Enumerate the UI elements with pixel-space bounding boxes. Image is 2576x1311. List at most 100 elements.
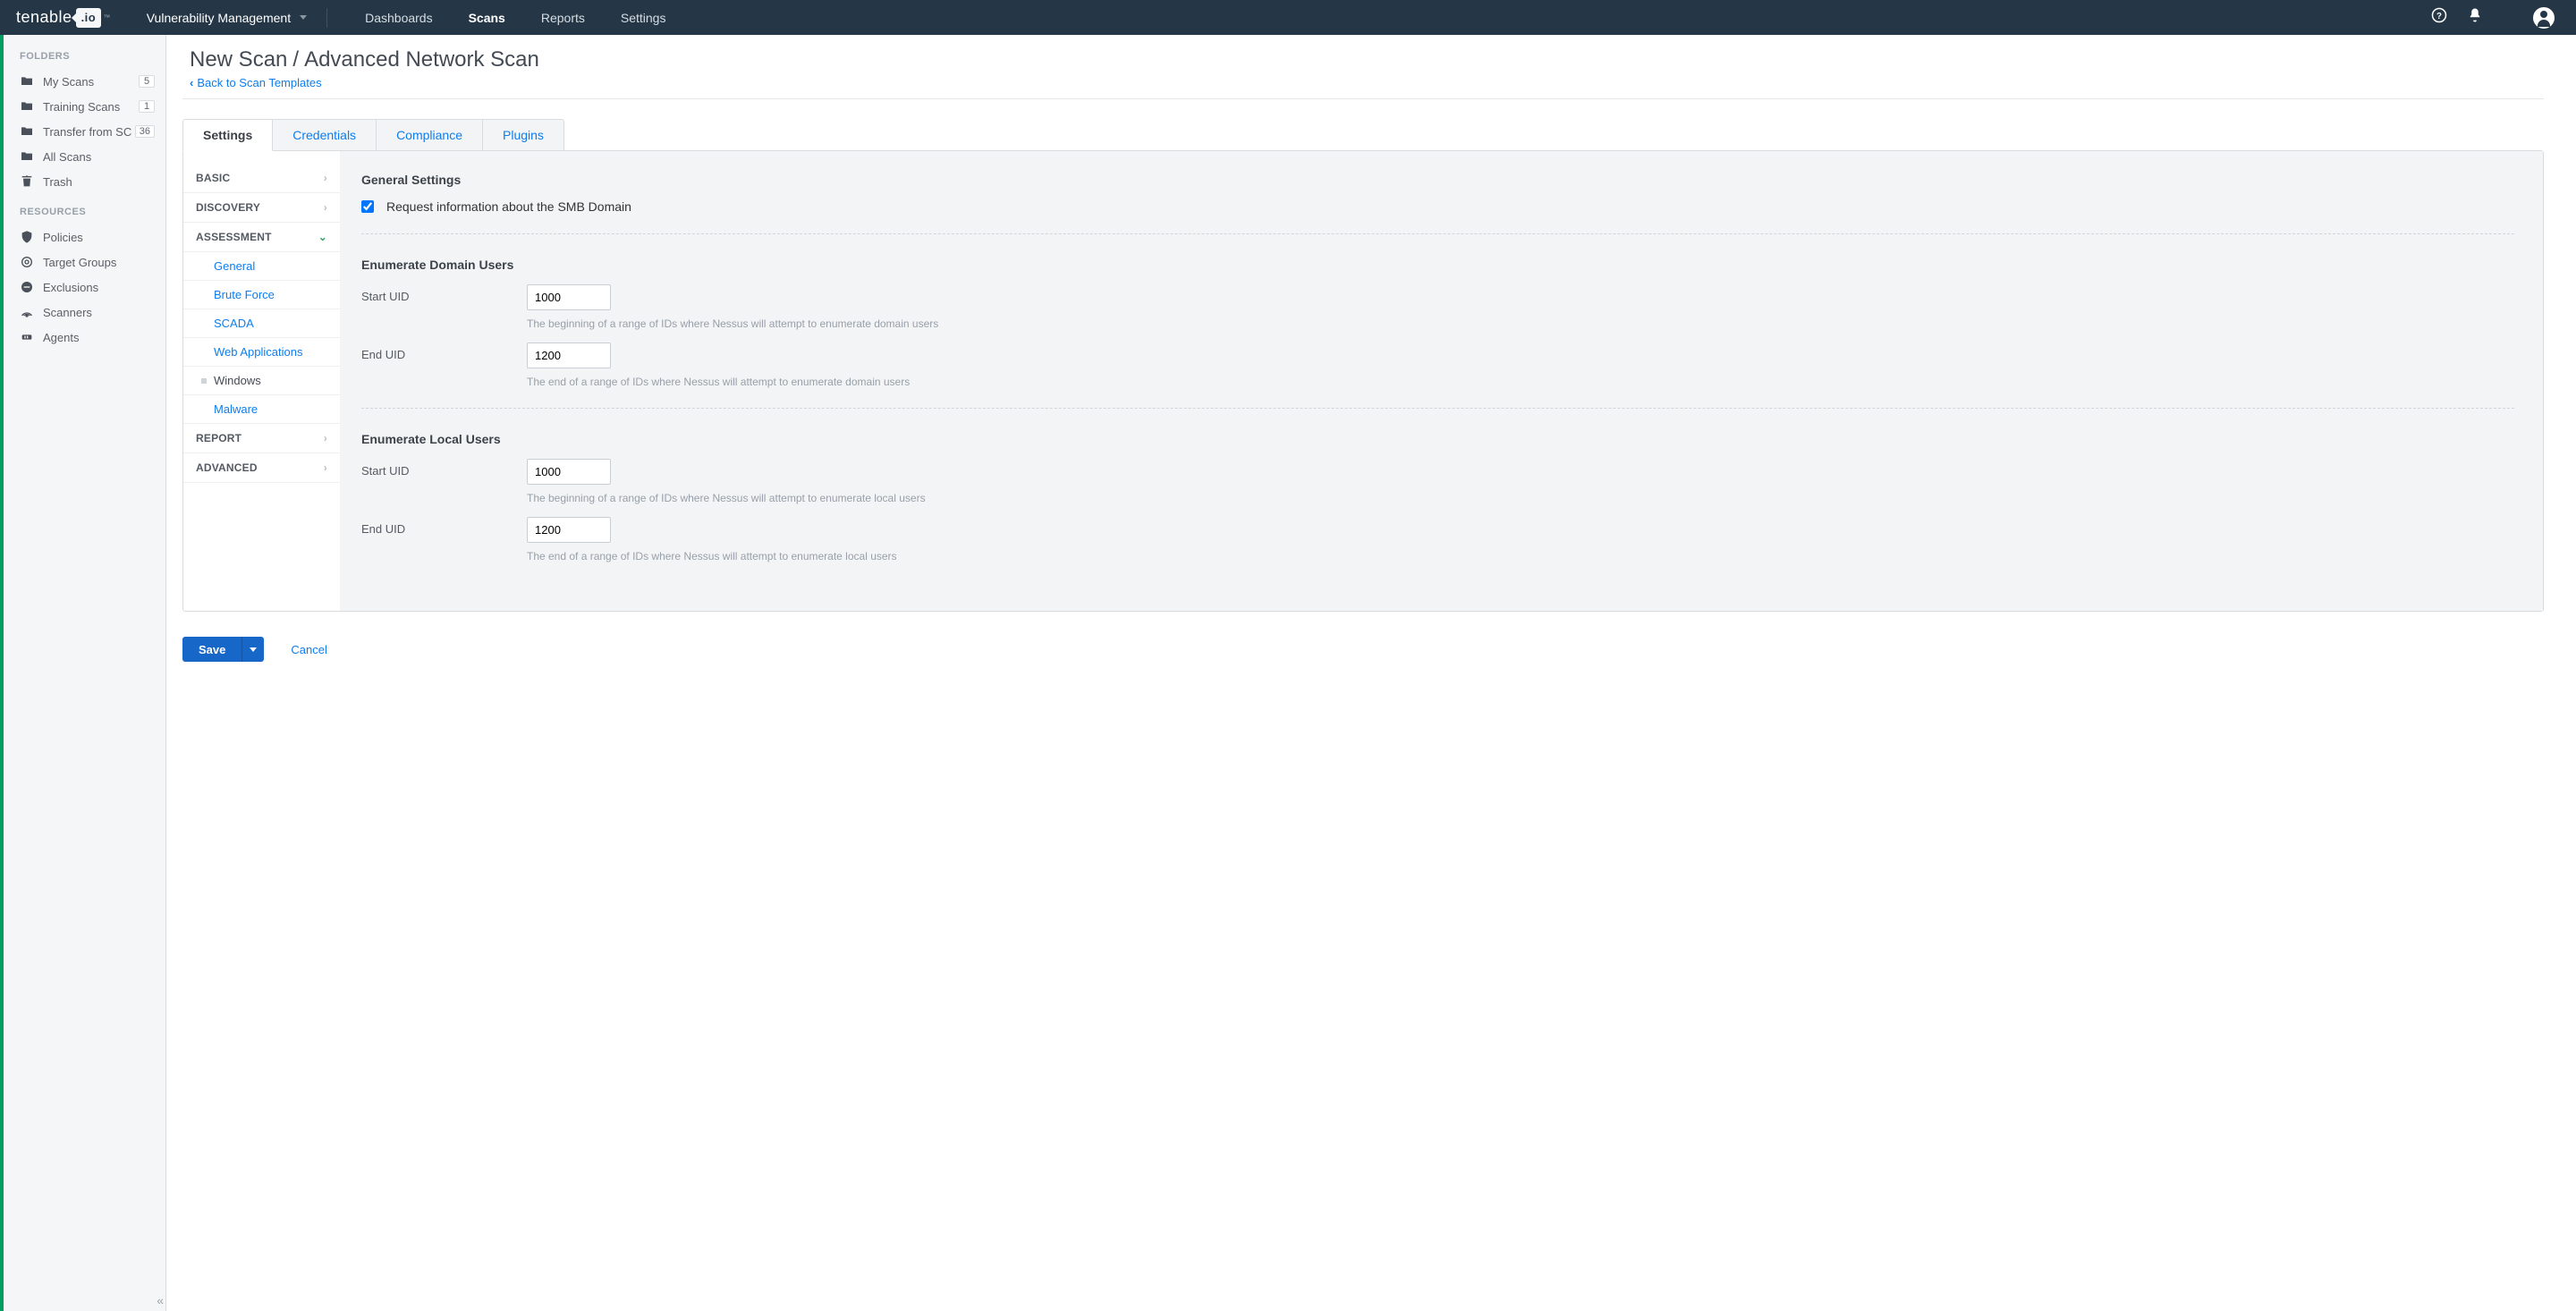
brand-logo[interactable]: tenable .io ™ <box>16 8 111 28</box>
topnav-tab-settings[interactable]: Settings <box>603 11 684 25</box>
sidebar-item-all-scans[interactable]: All Scans <box>4 144 165 169</box>
topnav-tab-scans[interactable]: Scans <box>451 11 523 25</box>
local-end-uid-hint: The end of a range of IDs where Nessus w… <box>527 550 2514 562</box>
settings-sub-malware[interactable]: Malware <box>183 395 340 424</box>
local-start-uid-input[interactable] <box>527 459 611 485</box>
brand-name: tenable <box>16 8 72 27</box>
section-divider <box>361 408 2514 409</box>
sidebar-item-label: Exclusions <box>43 281 98 294</box>
tab-settings[interactable]: Settings <box>182 119 273 151</box>
settings-cat-discovery[interactable]: DISCOVERY› <box>183 193 340 223</box>
settings-cat-advanced[interactable]: ADVANCED› <box>183 453 340 483</box>
left-sidebar: FOLDERS My Scans 5 Training Scans 1 Tran… <box>4 35 166 1311</box>
notifications-icon[interactable] <box>2467 7 2483 28</box>
chevron-left-icon: ‹ <box>190 76 193 89</box>
topnav-tab-reports[interactable]: Reports <box>523 11 603 25</box>
request-smb-label: Request information about the SMB Domain <box>386 199 631 214</box>
caret-down-icon <box>250 647 257 652</box>
sidebar-item-label: Agents <box>43 331 79 344</box>
back-to-templates-link[interactable]: ‹ Back to Scan Templates <box>190 76 322 89</box>
section-enumerate-local-users: Enumerate Local Users <box>361 432 2514 446</box>
settings-sub-windows[interactable]: Windows <box>183 367 340 395</box>
folder-icon <box>20 74 34 89</box>
svg-text:?: ? <box>2436 12 2442 21</box>
user-avatar[interactable] <box>2533 7 2555 29</box>
sidebar-collapse-toggle[interactable]: « <box>157 1293 160 1307</box>
chevron-down-icon: ⌄ <box>318 231 327 243</box>
folder-icon <box>20 149 34 164</box>
settings-sub-scada[interactable]: SCADA <box>183 309 340 338</box>
config-tabs: Settings Credentials Compliance Plugins <box>182 119 2544 151</box>
local-start-uid-label: Start UID <box>361 459 527 478</box>
sidebar-item-label: Training Scans <box>43 100 120 114</box>
sidebar-header-folders: FOLDERS <box>4 51 165 69</box>
settings-cat-assessment[interactable]: ASSESSMENT⌄ <box>183 223 340 252</box>
sidebar-item-count: 36 <box>135 125 155 138</box>
sidebar-item-label: Scanners <box>43 306 92 319</box>
sidebar-item-label: Policies <box>43 231 83 244</box>
sidebar-item-scanners[interactable]: Scanners <box>4 300 165 325</box>
sidebar-item-target-groups[interactable]: Target Groups <box>4 250 165 275</box>
folder-icon <box>20 99 34 114</box>
domain-start-uid-hint: The beginning of a range of IDs where Ne… <box>527 317 2514 330</box>
target-icon <box>20 255 34 269</box>
sidebar-item-label: Transfer from SC <box>43 125 131 139</box>
domain-start-uid-input[interactable] <box>527 284 611 310</box>
product-switcher-label: Vulnerability Management <box>147 11 291 25</box>
product-switcher[interactable]: Vulnerability Management <box>147 8 327 28</box>
sidebar-item-policies[interactable]: Policies <box>4 224 165 250</box>
domain-end-uid-input[interactable] <box>527 343 611 368</box>
folder-icon <box>20 124 34 139</box>
settings-panel: BASIC› DISCOVERY› ASSESSMENT⌄ General Br… <box>182 150 2544 612</box>
sidebar-item-count: 1 <box>139 100 155 113</box>
save-button-label: Save <box>182 637 242 662</box>
section-general-settings: General Settings <box>361 173 2514 187</box>
form-actions: Save Cancel <box>182 637 2544 662</box>
sidebar-item-count: 5 <box>139 75 155 88</box>
request-smb-checkbox[interactable] <box>361 200 374 213</box>
topnav-tabs: Dashboards Scans Reports Settings <box>347 11 683 25</box>
tab-credentials[interactable]: Credentials <box>272 119 377 151</box>
sidebar-header-resources: RESOURCES <box>4 207 165 224</box>
save-button-dropdown[interactable] <box>242 637 264 662</box>
settings-sub-general[interactable]: General <box>183 252 340 281</box>
agents-icon <box>20 330 34 344</box>
local-end-uid-label: End UID <box>361 517 527 536</box>
shield-icon <box>20 230 34 244</box>
chevron-right-icon: › <box>324 432 327 444</box>
sidebar-item-label: All Scans <box>43 150 91 164</box>
minus-circle-icon <box>20 280 34 294</box>
sidebar-item-label: Target Groups <box>43 256 116 269</box>
save-button[interactable]: Save <box>182 637 264 662</box>
settings-cat-basic[interactable]: BASIC› <box>183 164 340 193</box>
sidebar-item-transfer-from-sc[interactable]: Transfer from SC 36 <box>4 119 165 144</box>
local-end-uid-input[interactable] <box>527 517 611 543</box>
sidebar-item-my-scans[interactable]: My Scans 5 <box>4 69 165 94</box>
trash-icon <box>20 174 34 189</box>
radar-icon <box>20 305 34 319</box>
tab-compliance[interactable]: Compliance <box>376 119 483 151</box>
local-start-uid-hint: The beginning of a range of IDs where Ne… <box>527 492 2514 504</box>
cancel-link[interactable]: Cancel <box>291 643 326 656</box>
chevron-right-icon: › <box>324 461 327 474</box>
settings-sub-web-applications[interactable]: Web Applications <box>183 338 340 367</box>
sidebar-item-label: My Scans <box>43 75 94 89</box>
chevron-right-icon: › <box>324 172 327 184</box>
section-divider <box>361 233 2514 234</box>
domain-end-uid-hint: The end of a range of IDs where Nessus w… <box>527 376 2514 388</box>
topnav-tab-dashboards[interactable]: Dashboards <box>347 11 451 25</box>
sidebar-item-agents[interactable]: Agents <box>4 325 165 350</box>
settings-cat-report[interactable]: REPORT› <box>183 424 340 453</box>
sidebar-item-exclusions[interactable]: Exclusions <box>4 275 165 300</box>
sidebar-item-label: Trash <box>43 175 72 189</box>
domain-end-uid-label: End UID <box>361 343 527 361</box>
top-navbar: tenable .io ™ Vulnerability Management D… <box>0 0 2576 35</box>
tab-plugins[interactable]: Plugins <box>482 119 564 151</box>
domain-start-uid-label: Start UID <box>361 284 527 303</box>
sidebar-item-training-scans[interactable]: Training Scans 1 <box>4 94 165 119</box>
sidebar-item-trash[interactable]: Trash <box>4 169 165 194</box>
settings-sub-brute-force[interactable]: Brute Force <box>183 281 340 309</box>
help-icon[interactable]: ? <box>2431 7 2447 28</box>
section-enumerate-domain-users: Enumerate Domain Users <box>361 258 2514 272</box>
brand-tm: ™ <box>103 13 111 21</box>
